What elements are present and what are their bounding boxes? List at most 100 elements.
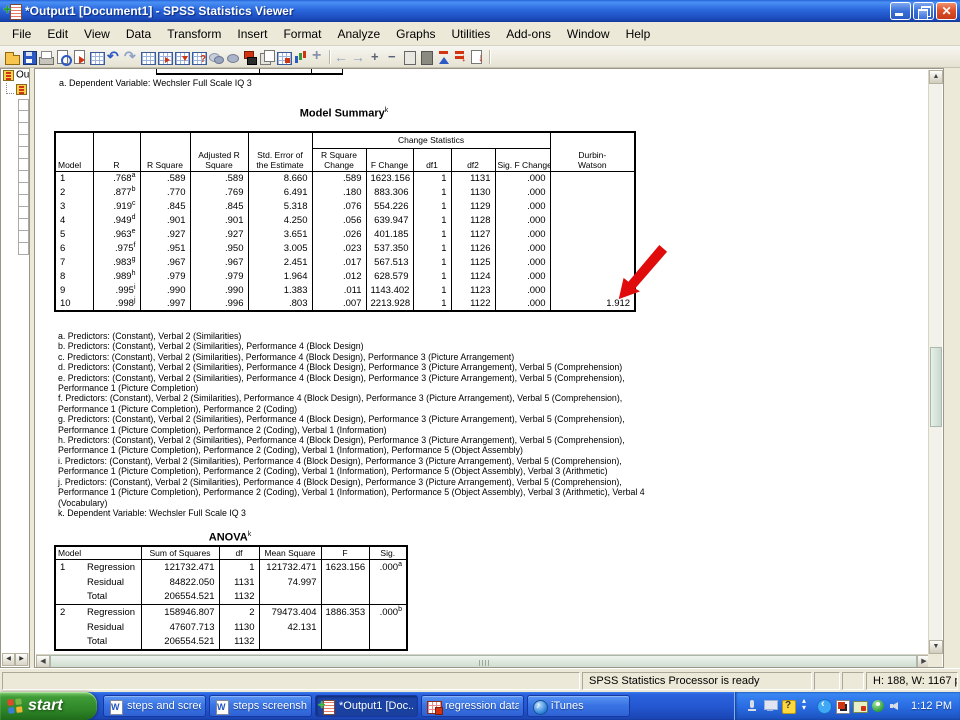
vertical-scroll-thumb[interactable] bbox=[930, 347, 942, 427]
taskbar-button-output1[interactable]: *Output1 [Doc... bbox=[315, 695, 418, 717]
column-header: Durbin-Watson bbox=[549, 132, 636, 171]
open-file-icon[interactable] bbox=[3, 48, 20, 66]
export-output-icon[interactable] bbox=[71, 48, 88, 66]
menu-item[interactable]: Help bbox=[618, 24, 659, 44]
cut-table-tick bbox=[156, 69, 157, 74]
select-last-output-icon[interactable] bbox=[241, 48, 258, 66]
minimize-button[interactable] bbox=[890, 2, 911, 20]
model-summary-row: 8 .989h .979 .979 1.964 .012 628.579 1 1… bbox=[55, 269, 636, 283]
help-icon[interactable] bbox=[781, 699, 797, 714]
outline-scrollbar[interactable]: ◀ ▶ bbox=[2, 653, 29, 666]
menu-item[interactable]: Format bbox=[275, 24, 329, 44]
menu-item[interactable]: Graphs bbox=[388, 24, 443, 44]
taskbar-button-itunes[interactable]: iTunes bbox=[527, 695, 630, 717]
scroll-up-icon[interactable]: ▲ bbox=[929, 70, 943, 84]
system-tray: 1:12 PM bbox=[734, 692, 960, 720]
close-button[interactable] bbox=[936, 2, 957, 20]
cut-table-bottom-edge bbox=[156, 73, 343, 75]
outline-scroll-right-icon[interactable]: ▶ bbox=[15, 653, 28, 666]
use-sets-icon[interactable] bbox=[224, 48, 241, 66]
column-header: Mean Square bbox=[258, 546, 321, 560]
volume-icon[interactable] bbox=[889, 699, 903, 713]
outline-item-stack[interactable] bbox=[18, 99, 29, 255]
menu-item[interactable]: File bbox=[4, 24, 39, 44]
outline-pane[interactable]: Out ◀ ▶ bbox=[0, 68, 30, 668]
hide-tray-arrow-icon[interactable] bbox=[799, 696, 813, 713]
goto-case-icon[interactable] bbox=[156, 48, 173, 66]
menu-item[interactable]: Data bbox=[118, 24, 159, 44]
column-header: Sig. bbox=[368, 546, 407, 560]
print-icon[interactable] bbox=[37, 48, 54, 66]
redo-icon[interactable] bbox=[122, 48, 139, 66]
menu-item[interactable]: Insert bbox=[229, 24, 275, 44]
menu-item[interactable]: Transform bbox=[159, 24, 229, 44]
main-area: Out ◀ ▶ a. Dependent Variable: Wechsler … bbox=[0, 68, 960, 668]
anova-title: ANOVAk bbox=[208, 531, 252, 544]
window-title: *Output1 [Document1] - SPSS Statistics V… bbox=[25, 4, 294, 18]
add-icon[interactable] bbox=[309, 47, 326, 66]
messenger-icon[interactable] bbox=[817, 698, 833, 714]
vertical-scrollbar[interactable]: ▲ ▼ bbox=[928, 70, 943, 654]
horizontal-scrollbar[interactable]: ◀ ▶ bbox=[36, 654, 931, 667]
scroll-left-icon[interactable]: ◀ bbox=[36, 655, 50, 667]
insert-chart-icon[interactable] bbox=[292, 48, 309, 66]
menu-item[interactable]: Add-ons bbox=[498, 24, 559, 44]
anova-row: 2 Regression 158946.807 2 79473.404 1886… bbox=[55, 604, 407, 620]
footnote-line: k. Dependent Variable: Wechsler Full Sca… bbox=[58, 507, 246, 518]
data-editor-icon[interactable] bbox=[88, 48, 105, 66]
variables-icon[interactable] bbox=[190, 48, 207, 66]
taskbar-button-steps-screenshot[interactable]: steps screensho... bbox=[209, 695, 312, 717]
designate-window-icon[interactable] bbox=[258, 48, 275, 66]
demote-icon[interactable] bbox=[350, 48, 367, 66]
column-header: R Square bbox=[139, 132, 190, 171]
menu-item[interactable]: Edit bbox=[39, 24, 76, 44]
collapse-icon[interactable] bbox=[384, 48, 401, 66]
model-summary-title: Model Summaryk bbox=[299, 107, 389, 120]
column-header: Sig. F Change bbox=[494, 148, 551, 171]
insert-title-icon[interactable] bbox=[452, 48, 469, 66]
document-pane[interactable]: a. Dependent Variable: Wechsler Full Sca… bbox=[34, 68, 944, 668]
print-preview-icon[interactable] bbox=[54, 48, 72, 66]
goto-variable-icon[interactable] bbox=[173, 48, 190, 66]
wireless-icon[interactable] bbox=[871, 699, 885, 713]
expand-icon[interactable] bbox=[367, 48, 384, 66]
menu-item[interactable]: Utilities bbox=[444, 24, 499, 44]
footnote-line: a. Predictors: (Constant), Verbal 2 (Sim… bbox=[58, 331, 242, 341]
undo-icon[interactable] bbox=[105, 48, 122, 66]
mic-icon[interactable] bbox=[745, 699, 759, 713]
taskbar-button-steps-and-screen[interactable]: steps and scree... bbox=[103, 695, 206, 717]
image-tray-icon[interactable] bbox=[853, 699, 869, 713]
column-header: F Change bbox=[365, 148, 413, 171]
model-summary-row: 6 .975f .951 .950 3.005 .023 537.350 1 1… bbox=[55, 241, 636, 255]
spss-tray-icon[interactable] bbox=[835, 699, 851, 714]
insert-text-icon[interactable] bbox=[469, 48, 486, 66]
scroll-down-icon[interactable]: ▼ bbox=[929, 640, 943, 654]
status-panel bbox=[842, 671, 864, 690]
save-icon[interactable] bbox=[20, 48, 37, 66]
restore-button[interactable] bbox=[913, 2, 934, 20]
insert-pivot-icon[interactable] bbox=[275, 48, 292, 66]
display-icon[interactable] bbox=[763, 699, 779, 713]
goto-data-icon[interactable] bbox=[139, 48, 156, 66]
model-summary-row: 2 .877b .770 .769 6.491 .180 883.306 1 1… bbox=[55, 185, 636, 199]
footnote-line: d. Predictors: (Constant), Verbal 2 (Sim… bbox=[58, 362, 623, 373]
menu-item[interactable]: View bbox=[76, 24, 118, 44]
start-button[interactable]: start bbox=[0, 692, 97, 720]
find-icon[interactable] bbox=[207, 48, 224, 66]
outline-scroll-left-icon[interactable]: ◀ bbox=[2, 653, 15, 666]
horizontal-scroll-thumb[interactable] bbox=[50, 655, 917, 667]
footnote-line: i. Predictors: (Constant), Verbal 2 (Sim… bbox=[58, 455, 622, 477]
menu-item[interactable]: Analyze bbox=[329, 24, 388, 44]
taskbar-button-regression-dataset[interactable]: regression datas... bbox=[421, 695, 524, 717]
outline-root-node[interactable]: Out bbox=[1, 69, 29, 83]
insert-heading-icon[interactable] bbox=[435, 48, 452, 66]
promote-icon[interactable] bbox=[333, 48, 350, 66]
status-panel bbox=[814, 671, 840, 690]
itunes-icon bbox=[532, 699, 548, 715]
menu-item[interactable]: Window bbox=[559, 24, 618, 44]
outline-child-node[interactable] bbox=[1, 83, 29, 97]
footnote-line: h. Predictors: (Constant), Verbal 2 (Sim… bbox=[58, 435, 625, 456]
hide-icon[interactable] bbox=[418, 48, 435, 66]
show-icon[interactable] bbox=[401, 48, 418, 66]
cut-table-tick bbox=[259, 69, 260, 74]
